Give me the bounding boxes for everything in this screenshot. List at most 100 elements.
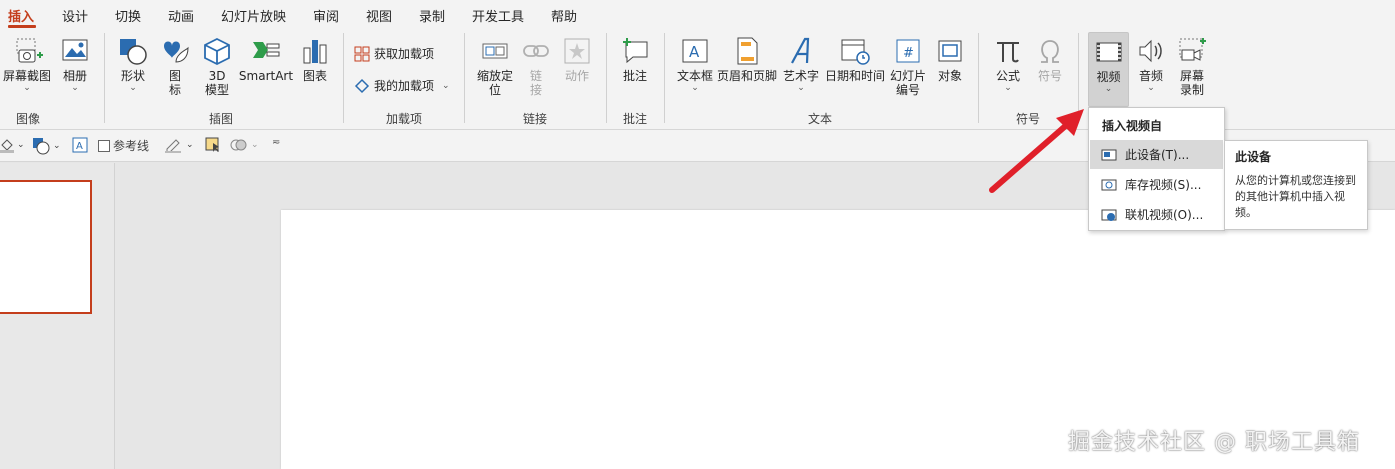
symbol-button[interactable]: 符号	[1032, 36, 1068, 83]
chart-button[interactable]: 图表	[299, 36, 331, 83]
tab-animations[interactable]: 动画	[168, 6, 194, 25]
slide-number-label-line1: 幻灯片	[889, 69, 926, 83]
my-addins-button[interactable]: 我的加载项 ⌄	[354, 77, 450, 94]
get-addins-label: 获取加载项	[374, 47, 435, 61]
photo-album-label: 相册	[62, 69, 87, 83]
cursor-select-icon	[205, 137, 219, 152]
shape-outline-button[interactable]: ⌄	[32, 137, 61, 155]
slide-thumbnail-pane	[0, 163, 115, 469]
chevron-down-icon: ⌄	[1004, 83, 1012, 93]
guides-checkbox[interactable]: 参考线	[98, 137, 149, 154]
slide-number-button[interactable]: # 幻灯片 编号	[888, 36, 928, 97]
addin-icon	[354, 78, 370, 93]
tab-record[interactable]: 录制	[419, 6, 445, 25]
merge-shapes-button[interactable]: ⌄	[230, 137, 259, 153]
date-time-button[interactable]: 日期和时间	[823, 36, 887, 83]
tab-insert[interactable]: 插入	[8, 6, 34, 25]
chevron-down-icon: ⌄	[53, 141, 61, 151]
group-label-images: 图像	[16, 112, 41, 126]
link-button[interactable]: 链 接	[520, 36, 552, 97]
group-divider	[978, 33, 979, 123]
tab-slideshow[interactable]: 幻灯片放映	[221, 6, 286, 25]
video-button[interactable]: 视频 ⌄	[1088, 32, 1129, 107]
checkbox-box[interactable]	[98, 139, 110, 152]
group-label-comments: 批注	[623, 112, 648, 126]
svg-text:A: A	[689, 43, 700, 61]
slide-thumbnail[interactable]	[0, 180, 92, 314]
bar-chart-icon	[303, 40, 327, 64]
smartart-button[interactable]: SmartArt	[238, 36, 294, 83]
zoom-label-line2: 位	[488, 83, 501, 97]
merge-shapes-icon	[230, 139, 247, 151]
textbox-icon: A	[682, 39, 708, 63]
header-footer-button[interactable]: 页眉和页脚	[716, 36, 778, 83]
device-video-icon	[1101, 149, 1117, 160]
wordart-label: 艺术字	[782, 69, 819, 83]
tab-help[interactable]: 帮助	[551, 6, 577, 25]
screen-recording-label-line1: 屏幕	[1179, 69, 1204, 83]
get-addins-button[interactable]: 获取加载项	[354, 45, 434, 62]
menu-item-this-device[interactable]: 此设备(T)...	[1090, 140, 1223, 169]
comment-label: 批注	[622, 69, 647, 83]
svg-text:#: #	[903, 46, 914, 61]
slide-number-icon: #	[896, 39, 920, 63]
textbox-button[interactable]: A 文本框 ⌄	[674, 36, 716, 93]
star-icon	[564, 38, 590, 64]
group-divider	[1078, 33, 1079, 123]
3d-models-button[interactable]: 3D 模型	[200, 36, 234, 97]
ribbon-tab-bar: 插入 设计 切换 动画 幻灯片放映 审阅 视图 录制 开发工具 帮助	[0, 0, 1395, 29]
tooltip-body: 从您的计算机或您连接到的其他计算机中插入视频。	[1235, 174, 1356, 219]
menu-item-label: 联机视频(O)...	[1125, 208, 1204, 222]
shapes-button[interactable]: 形状 ⌄	[115, 36, 151, 93]
menu-item-stock-videos[interactable]: 库存视频(S)...	[1090, 170, 1223, 199]
chevron-down-icon: ⌄	[23, 83, 31, 93]
textbox-small-button[interactable]: A	[72, 137, 88, 153]
speaker-icon	[1139, 39, 1162, 63]
fill-color-button[interactable]: ⌄	[0, 137, 25, 153]
action-button[interactable]: 动作	[560, 36, 594, 83]
tab-developer[interactable]: 开发工具	[472, 6, 524, 25]
link-label-line1: 链	[529, 69, 542, 83]
online-video-icon	[1101, 209, 1117, 221]
tab-view[interactable]: 视图	[366, 6, 392, 25]
group-divider	[343, 33, 344, 123]
object-button[interactable]: 对象	[933, 36, 967, 83]
menu-title: 插入视频自	[1102, 119, 1163, 133]
smartart-label: SmartArt	[238, 69, 294, 83]
equation-button[interactable]: 公式 ⌄	[990, 36, 1026, 93]
customize-toolbar-button[interactable]: ≂	[272, 137, 280, 148]
tooltip: 此设备 从您的计算机或您连接到的其他计算机中插入视频。	[1224, 140, 1368, 230]
zoom-button[interactable]: 缩放定 位	[472, 36, 518, 97]
calendar-clock-icon	[841, 39, 870, 65]
insert-video-menu: 插入视频自 此设备(T)... 库存视频(S)... 联机视频(O)...	[1088, 107, 1225, 231]
group-divider	[606, 33, 607, 123]
select-objects-button[interactable]	[205, 137, 221, 153]
photo-album-button[interactable]: 相册 ⌄	[58, 36, 92, 93]
comment-button[interactable]: 批注	[617, 36, 653, 83]
tab-transitions[interactable]: 切换	[115, 6, 141, 25]
symbol-label: 符号	[1037, 69, 1062, 83]
pen-color-button[interactable]: ⌄	[165, 137, 194, 153]
screen-recording-button[interactable]: 屏幕 录制	[1174, 36, 1210, 97]
icons-button[interactable]: 图 标	[158, 36, 192, 97]
3d-models-label-line2: 模型	[204, 83, 229, 97]
cube-icon	[204, 37, 230, 66]
smartart-icon	[253, 42, 280, 58]
guides-label: 参考线	[113, 139, 150, 153]
wordart-button[interactable]: 艺术字 ⌄	[780, 36, 822, 93]
group-divider	[664, 33, 665, 123]
tab-review[interactable]: 审阅	[313, 6, 339, 25]
icons-label-line2: 标	[168, 83, 181, 97]
chevron-down-icon: ⌄	[251, 140, 259, 150]
chevron-down-icon: ⌄	[442, 80, 450, 91]
date-time-label: 日期和时间	[824, 69, 885, 83]
audio-button[interactable]: 音频 ⌄	[1134, 36, 1168, 93]
chevron-down-icon: ⌄	[691, 83, 699, 93]
tab-design[interactable]: 设计	[62, 6, 88, 25]
action-label: 动作	[564, 69, 589, 83]
stock-video-icon	[1101, 179, 1117, 190]
screenshot-button[interactable]: 屏幕截图 ⌄	[2, 36, 52, 93]
zoom-icon	[482, 43, 508, 59]
menu-item-online-video[interactable]: 联机视频(O)...	[1090, 200, 1223, 229]
chevron-down-icon: ⌄	[71, 83, 79, 93]
